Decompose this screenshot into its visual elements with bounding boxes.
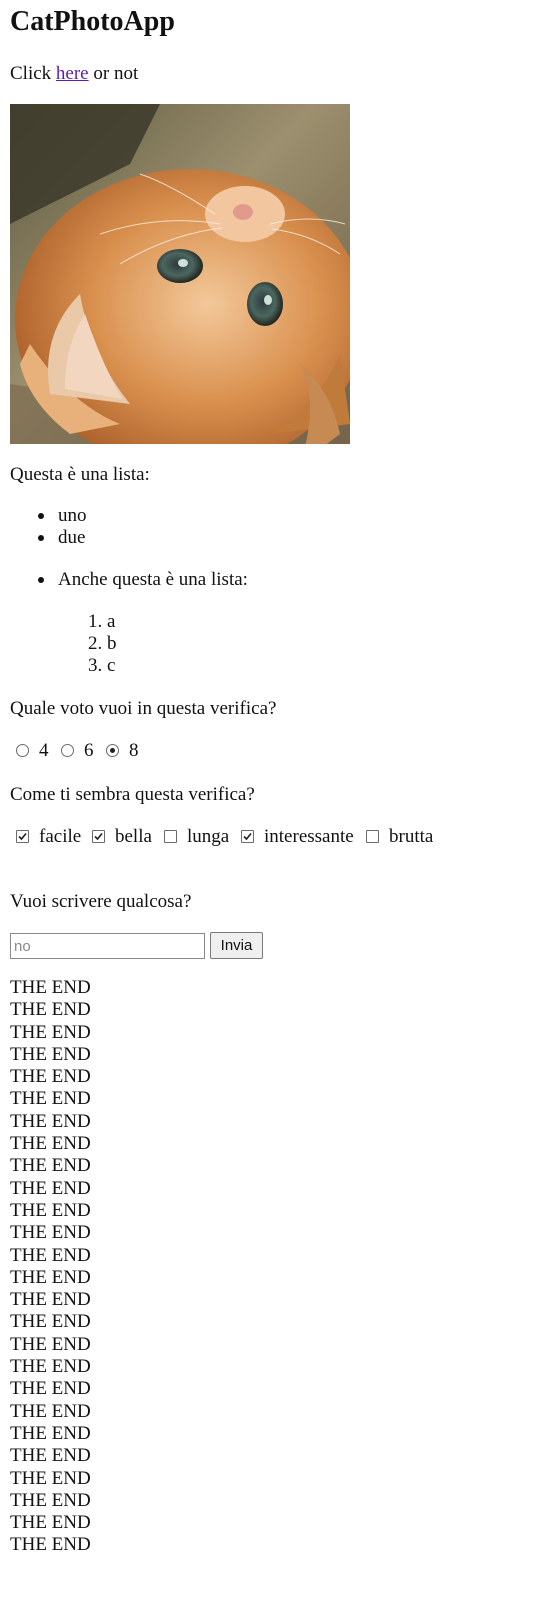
end-line: THE END <box>10 1356 91 1378</box>
end-line: THE END <box>10 1222 91 1244</box>
checkmark-icon <box>18 832 27 841</box>
radio-6[interactable] <box>61 744 74 757</box>
checkbox-question: Come ti sembra questa verifica? <box>10 784 255 805</box>
text-input[interactable] <box>10 933 205 959</box>
list-item-label: b <box>107 633 117 654</box>
here-link[interactable]: here <box>56 63 89 84</box>
list-item: 2. b <box>88 633 117 655</box>
end-line: THE END <box>10 1333 91 1355</box>
checkmark-icon <box>94 832 103 841</box>
text-question: Vuoi scrivere qualcosa? <box>10 891 192 912</box>
bullet-icon <box>38 577 44 583</box>
checkbox-label: lunga <box>187 826 230 847</box>
end-line: THE END <box>10 1177 91 1199</box>
end-line: THE END <box>10 1422 91 1444</box>
end-line: THE END <box>10 1512 91 1534</box>
end-line: THE END <box>10 1043 91 1065</box>
end-line: THE END <box>10 1199 91 1221</box>
cat-photo <box>10 104 350 444</box>
list-item-label: c <box>107 655 116 676</box>
checkbox-label: interessante <box>264 826 354 847</box>
list-intro: Questa è una lista: <box>10 464 150 485</box>
end-line: THE END <box>10 977 91 998</box>
page-title: CatPhotoApp <box>10 6 175 37</box>
radio-4[interactable] <box>16 744 29 757</box>
checkbox-label: brutta <box>389 826 434 847</box>
end-line: THE END <box>10 1489 91 1511</box>
radio-question: Quale voto vuoi in questa verifica? <box>10 698 277 719</box>
end-line: THE END <box>10 1244 91 1266</box>
submit-button[interactable]: Invia <box>210 932 263 959</box>
nested-list-intro: Anche questa è una lista: <box>58 569 248 590</box>
end-line: THE END <box>10 1534 91 1556</box>
list-marker: 3. <box>88 655 103 676</box>
radio-label: 8 <box>129 740 139 761</box>
list-item: 3. c <box>88 655 115 677</box>
list-marker: 1. <box>88 611 103 632</box>
checkbox-bella[interactable] <box>92 830 105 843</box>
end-line: THE END <box>10 1155 91 1177</box>
end-line: THE END <box>10 999 91 1021</box>
end-line: THE END <box>10 1289 91 1311</box>
end-line: THE END <box>10 1378 91 1400</box>
intro-text-after: or not <box>88 63 139 84</box>
intro-paragraph: Click here or not <box>10 62 138 86</box>
checkbox-label: bella <box>115 826 152 847</box>
end-line: THE END <box>10 1400 91 1422</box>
radio-8[interactable] <box>106 744 119 757</box>
list-item-label: a <box>107 611 116 632</box>
radio-label: 6 <box>84 740 94 761</box>
end-block: THE END THE END THE END THE END THE END THE E… <box>10 977 91 1557</box>
list-item-label: due <box>58 527 86 548</box>
end-line: THE END <box>10 1445 91 1467</box>
end-line: THE END <box>10 1088 91 1110</box>
end-line: THE END <box>10 1021 91 1043</box>
end-line: THE END <box>10 1467 91 1489</box>
list-item: 1. a <box>88 611 115 633</box>
bullet-icon <box>38 513 44 519</box>
intro-text-before: Click <box>10 63 56 84</box>
list-item-label: uno <box>58 505 87 526</box>
end-line: THE END <box>10 1311 91 1333</box>
end-line: THE END <box>10 1266 91 1288</box>
bullet-icon <box>38 535 44 541</box>
checkmark-icon <box>243 832 252 841</box>
checkbox-brutta[interactable] <box>366 830 379 843</box>
checkbox-label: facile <box>39 826 82 847</box>
checkbox-facile[interactable] <box>16 830 29 843</box>
radio-label: 4 <box>39 740 49 761</box>
checkbox-interessante[interactable] <box>241 830 254 843</box>
end-line: THE END <box>10 1133 91 1155</box>
list-marker: 2. <box>88 633 103 654</box>
end-line: THE END <box>10 1066 91 1088</box>
checkbox-lunga[interactable] <box>164 830 177 843</box>
end-line: THE END <box>10 1110 91 1132</box>
